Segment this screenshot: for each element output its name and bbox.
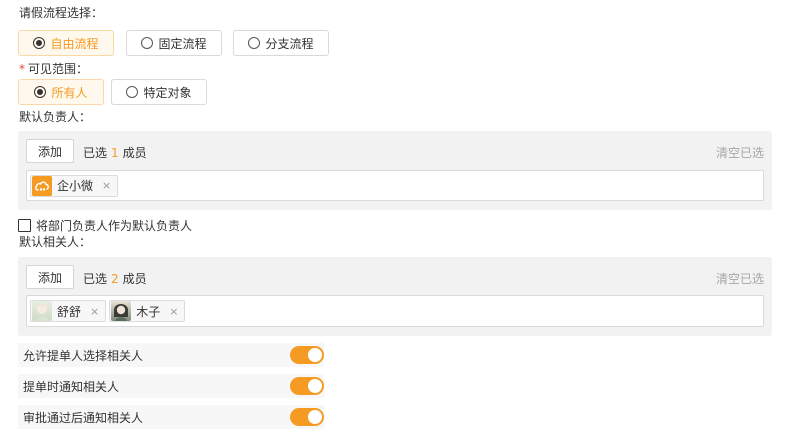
toggle-switch[interactable] xyxy=(290,377,324,395)
dept-owner-label: 将部门负责人作为默认负责人 xyxy=(36,219,193,233)
radio-unchecked-icon xyxy=(141,37,154,49)
scope-option-label: 所有人 xyxy=(51,85,88,100)
remove-member-icon[interactable]: × xyxy=(90,305,99,318)
flow-option-branch[interactable]: 分支流程 xyxy=(233,30,329,56)
member-chip: 企小微 × xyxy=(30,174,119,197)
selected-prefix: 已选 xyxy=(83,272,108,286)
dept-owner-option[interactable]: 将部门负责人作为默认负责人 xyxy=(18,217,192,234)
selected-prefix: 已选 xyxy=(83,146,108,160)
setting-label: 提单时通知相关人 xyxy=(23,379,120,394)
owner-selected-count: 已选 1 成员 xyxy=(83,144,147,161)
radio-checked-icon xyxy=(33,37,46,49)
scope-option-specific[interactable]: 特定对象 xyxy=(111,79,207,105)
add-related-button[interactable]: 添加 xyxy=(26,265,74,289)
radio-checked-icon xyxy=(34,86,47,98)
toggle-switch[interactable] xyxy=(290,408,324,426)
scope-option-everyone[interactable]: 所有人 xyxy=(18,79,104,105)
member-name: 舒舒 xyxy=(57,304,82,319)
cloud-logo-icon xyxy=(32,175,52,196)
member-chip: 木子 × xyxy=(109,300,186,322)
remove-member-icon[interactable]: × xyxy=(169,305,178,318)
default-owner-panel: 添加 已选 1 成员 清空已选 企小微 × xyxy=(18,131,772,210)
selected-suffix: 成员 xyxy=(122,272,147,286)
setting-row: 允许提单人选择相关人 xyxy=(18,343,324,367)
related-chip-box[interactable]: 舒舒 × 木子 × xyxy=(26,295,764,327)
owner-chip-box[interactable]: 企小微 × xyxy=(26,170,764,201)
setting-row: 审批通过后通知相关人 xyxy=(18,405,324,429)
scope-label-text: 可见范围： xyxy=(28,62,89,76)
default-owner-label: 默认负责人： xyxy=(19,110,92,124)
setting-label: 审批通过后通知相关人 xyxy=(23,410,144,425)
scope-option-label: 特定对象 xyxy=(143,85,192,100)
default-related-label: 默认相关人： xyxy=(19,235,92,249)
flow-option-fixed[interactable]: 固定流程 xyxy=(126,30,222,56)
selected-count: 2 xyxy=(111,272,119,286)
scope-label: * 可见范围： xyxy=(19,60,88,77)
flow-option-free[interactable]: 自由流程 xyxy=(18,30,114,56)
user-avatar-icon xyxy=(32,301,52,321)
selected-count: 1 xyxy=(111,146,119,160)
user-avatar-icon xyxy=(111,301,132,321)
clear-related-button[interactable]: 清空已选 xyxy=(716,270,764,287)
flow-option-label: 自由流程 xyxy=(50,36,99,51)
member-name: 企小微 xyxy=(57,179,94,193)
member-name: 木子 xyxy=(136,304,161,319)
flow-label: 请假流程选择： xyxy=(19,6,104,20)
default-related-panel: 添加 已选 2 成员 清空已选 舒舒 × 木子 × xyxy=(18,257,772,336)
toggle-switch[interactable] xyxy=(290,346,324,364)
checkbox-icon[interactable] xyxy=(18,219,31,232)
flow-option-label: 分支流程 xyxy=(265,36,314,51)
setting-row: 提单时通知相关人 xyxy=(18,374,324,398)
add-owner-button[interactable]: 添加 xyxy=(26,139,74,163)
setting-label: 允许提单人选择相关人 xyxy=(23,348,144,363)
flow-option-label: 固定流程 xyxy=(158,36,207,51)
clear-owner-button[interactable]: 清空已选 xyxy=(716,144,764,161)
radio-unchecked-icon xyxy=(248,37,261,49)
selected-suffix: 成员 xyxy=(122,146,147,160)
member-chip: 舒舒 × xyxy=(30,300,107,322)
radio-unchecked-icon xyxy=(126,86,139,98)
related-selected-count: 已选 2 成员 xyxy=(83,270,147,287)
required-mark: * xyxy=(19,62,25,76)
remove-member-icon[interactable]: × xyxy=(102,179,111,192)
